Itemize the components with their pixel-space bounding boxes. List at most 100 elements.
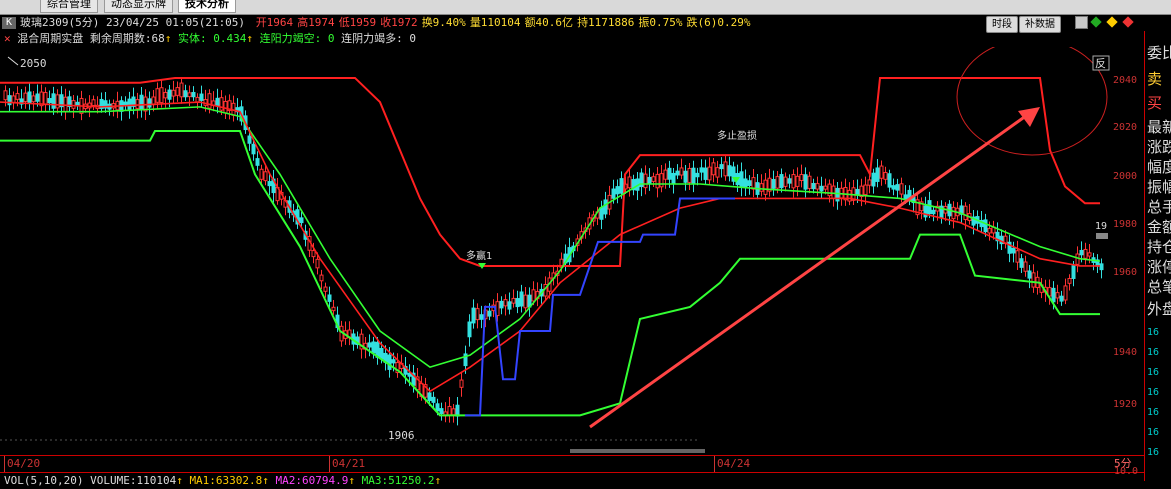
candle [515, 298, 520, 308]
candle [699, 167, 704, 173]
panel-number: 16 [1147, 387, 1160, 398]
candle [807, 175, 812, 189]
candle [1079, 249, 1084, 256]
candle [1071, 265, 1076, 279]
tab-tech-analysis[interactable]: 技术分析 [178, 0, 236, 13]
candle [875, 167, 880, 182]
panel-number: 16 [1147, 367, 1160, 378]
candle [207, 93, 212, 109]
candle [647, 176, 652, 184]
candle [799, 174, 804, 182]
high-value: 高1974 [297, 16, 335, 29]
candle [23, 92, 28, 102]
k-badge[interactable]: K [2, 17, 16, 29]
candle [11, 95, 16, 103]
panel-number: 16 [1147, 427, 1160, 438]
change-value: 跌(6)0.29% [686, 16, 751, 29]
candle [135, 99, 140, 110]
candle [139, 94, 144, 110]
candle [671, 172, 676, 185]
candle [331, 306, 336, 312]
y-tick: 2000 [1113, 171, 1138, 182]
candle [783, 176, 788, 187]
candle [507, 301, 512, 310]
candle [183, 90, 188, 98]
candle [43, 92, 48, 106]
date-label: 04/24 [714, 456, 750, 472]
settings-icon[interactable] [1075, 16, 1088, 29]
candle [867, 179, 872, 186]
indicator-name[interactable]: 混合周期实盘 [17, 32, 83, 45]
candle [703, 167, 708, 180]
date-axis: 04/20 04/21 04/24 5分 [0, 455, 1144, 473]
candle [963, 205, 968, 221]
panel-number: 16 [1147, 407, 1160, 418]
candle [387, 354, 392, 370]
candle [179, 82, 184, 98]
quote-side-panel: 委比 卖 买 最新 涨跌 幅度 振幅 总手 金额 持仓 涨停 总笔 外盘 16 … [1144, 31, 1171, 481]
candle [159, 87, 164, 104]
tab-dynamic[interactable]: 动态显示牌 [104, 0, 173, 13]
candle [379, 347, 384, 360]
highlight-ellipse [956, 47, 1108, 156]
candle [155, 88, 160, 103]
close-indicator-icon[interactable]: ✕ [4, 32, 11, 45]
candle [1023, 261, 1028, 272]
open-interest-value: 持1171886 [577, 16, 635, 29]
candle [1015, 250, 1020, 263]
candle [723, 161, 728, 177]
candle [1019, 258, 1024, 268]
candle [127, 98, 132, 110]
candle [611, 188, 616, 199]
candle [147, 98, 152, 108]
panel-item: 涨跌 [1147, 138, 1171, 156]
candle [675, 170, 680, 176]
turnover-value: 换9.40% [421, 16, 466, 29]
panel-item: 总手 [1147, 198, 1171, 216]
candle [191, 91, 196, 98]
panel-item: 最新 [1147, 118, 1171, 136]
panel-item: 买 [1147, 94, 1163, 112]
candle [779, 174, 784, 189]
candle [1067, 278, 1072, 284]
close-value: 收1972 [380, 16, 418, 29]
candle [715, 167, 720, 178]
panel-item: 外盘 [1147, 300, 1171, 318]
candle [987, 228, 992, 234]
panel-item: 幅度 [1147, 158, 1171, 176]
horizontal-scrollbar[interactable] [570, 449, 705, 453]
tab-overview[interactable]: 综合管理 [40, 0, 98, 13]
candle [251, 143, 256, 155]
kline-chart[interactable]: 2050 1906 多赢1 多止盈损 反 19 [0, 47, 1110, 455]
candle [523, 294, 528, 309]
candle [627, 176, 632, 189]
candle [51, 93, 56, 109]
red-diamond-icon[interactable] [1122, 16, 1134, 28]
candle [167, 89, 172, 100]
candle [503, 299, 508, 307]
candle [651, 176, 656, 182]
candle [439, 408, 444, 415]
high-price-label: 2050 [20, 57, 47, 70]
date-label: 04/20 [4, 456, 40, 472]
candle [263, 171, 268, 182]
candle [763, 179, 768, 195]
candle [819, 185, 824, 192]
right-edge-label: 19 [1095, 221, 1107, 232]
volume-indicator-bar: VOL(5,10,20) VOLUME:110104↑ MA1:63302.8↑… [0, 473, 1144, 489]
candle [719, 164, 724, 170]
candle [499, 300, 504, 309]
y-tick: 1980 [1113, 219, 1138, 230]
candle [459, 379, 464, 388]
candle [27, 91, 32, 104]
low-value: 低1959 [338, 16, 377, 29]
candle [883, 171, 888, 180]
candle [643, 173, 648, 189]
candle [1031, 272, 1036, 288]
candle [683, 170, 688, 183]
panel-item: 涨停 [1147, 258, 1171, 276]
candle [427, 392, 432, 401]
candle [519, 291, 524, 307]
panel-item: 振幅 [1147, 178, 1171, 196]
tab-bar: 综合管理 动态显示牌 技术分析 [0, 0, 1171, 15]
